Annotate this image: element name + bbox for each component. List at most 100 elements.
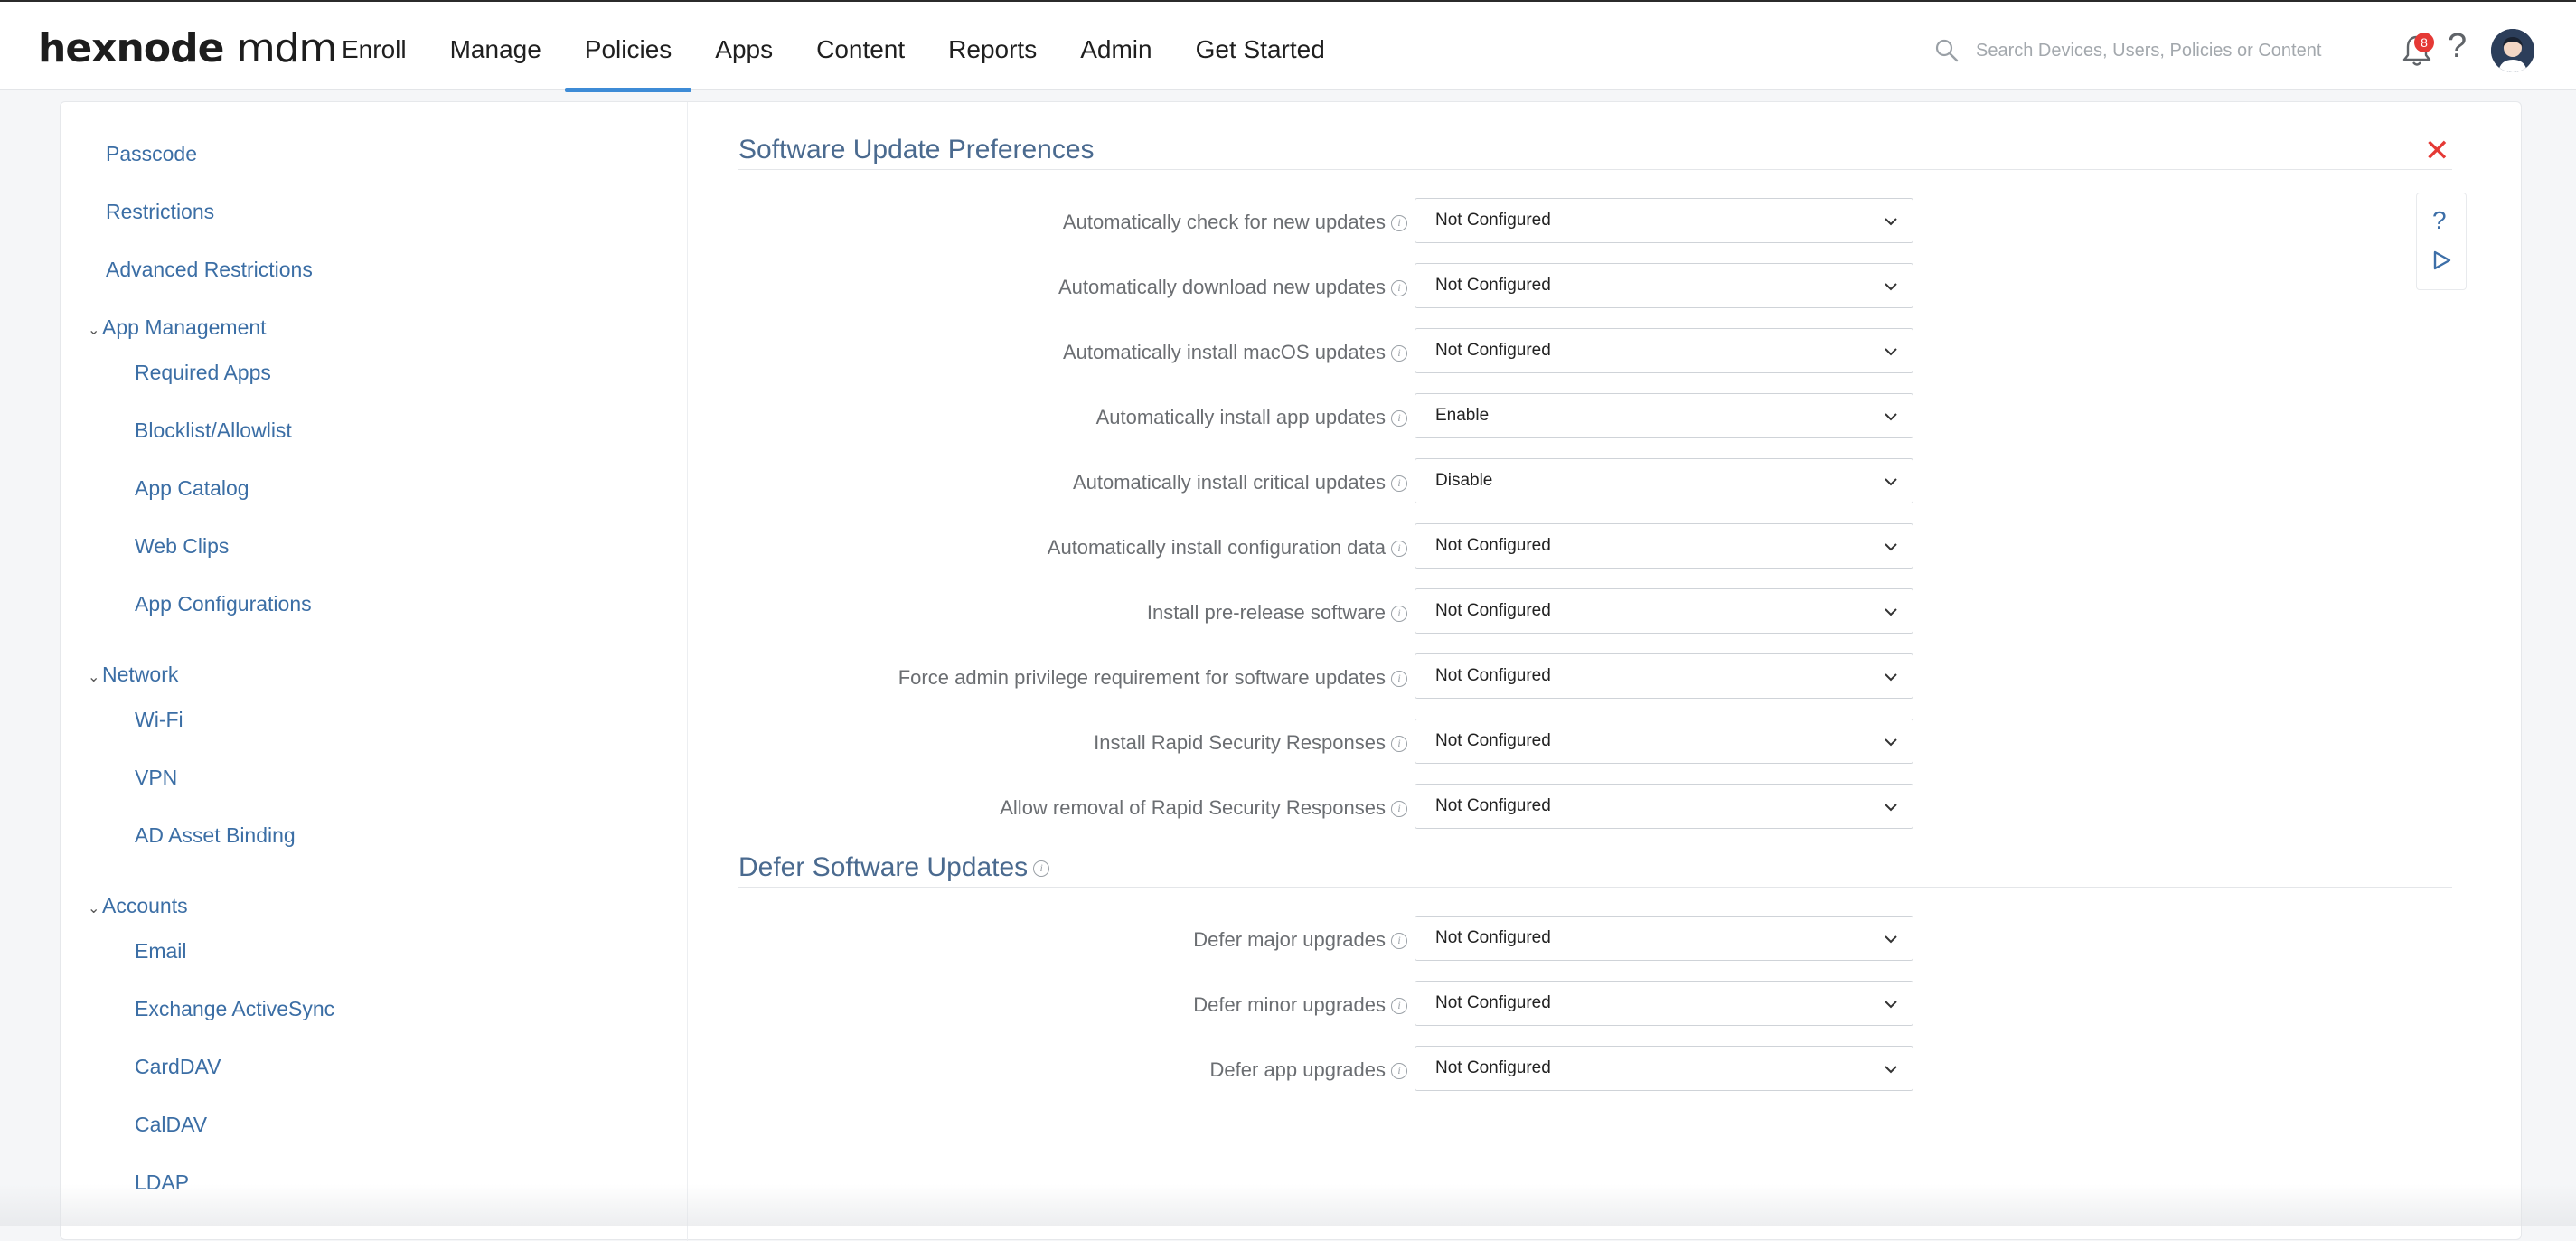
setting-label: Automatically install app updates i [1096, 406, 1407, 429]
sidebar-item-web-clips[interactable]: Web Clips [135, 534, 229, 559]
nav-apps[interactable]: Apps [695, 2, 793, 92]
setting-select[interactable]: Enable [1415, 393, 1913, 438]
setting-select[interactable]: Not Configured [1415, 719, 1913, 764]
sidebar-item-restrictions[interactable]: Restrictions [106, 200, 214, 224]
chevron-down-icon [1885, 1001, 1897, 1009]
setting-label: Force admin privilege requirement for so… [898, 666, 1407, 690]
sidebar-group-label: Accounts [102, 894, 188, 917]
sidebar-item-required-apps[interactable]: Required Apps [135, 361, 271, 385]
sidebar-item-carddav[interactable]: CardDAV [135, 1055, 221, 1079]
info-icon[interactable]: i [1391, 671, 1407, 688]
sidebar-group-label: Network [102, 663, 179, 686]
nav-admin[interactable]: Admin [1060, 2, 1171, 92]
info-icon[interactable]: i [1391, 801, 1407, 818]
sidebar-item-email[interactable]: Email [135, 939, 187, 964]
sidebar-item-app-catalog[interactable]: App Catalog [135, 476, 249, 501]
chevron-down-icon [1885, 738, 1897, 747]
help-icon[interactable]: ? [2432, 206, 2447, 235]
policy-editor-card: Passcode Restrictions Advanced Restricti… [60, 101, 2522, 1241]
sidebar-item-caldav[interactable]: CalDAV [135, 1113, 207, 1137]
nav-enroll[interactable]: Enroll [322, 2, 427, 92]
nav-get-started[interactable]: Get Started [1176, 2, 1345, 92]
sidebar-group-network[interactable]: ⌄ Network [88, 663, 178, 687]
info-icon[interactable]: i [1391, 475, 1407, 493]
setting-label: Automatically install macOS updates i [1063, 341, 1407, 364]
section-title-defer-software-updates: Defer Software Updates i [738, 852, 1050, 883]
setting-label: Defer minor upgrades i [1193, 993, 1407, 1017]
setting-select[interactable]: Not Configured [1415, 263, 1913, 308]
info-icon[interactable]: i [1391, 345, 1407, 362]
bottom-fade [0, 1184, 2576, 1226]
sidebar-item-ad-asset-binding[interactable]: AD Asset Binding [135, 823, 296, 848]
section-divider [738, 169, 2452, 170]
info-icon[interactable]: i [1391, 998, 1407, 1015]
info-icon[interactable]: i [1391, 410, 1407, 428]
chevron-down-icon [1885, 804, 1897, 812]
chevron-down-icon [1885, 218, 1897, 226]
sidebar-group-app-management[interactable]: ⌄ App Management [88, 315, 267, 340]
setting-label: Automatically install critical updates i [1073, 471, 1407, 494]
chevron-down-icon [1885, 1066, 1897, 1074]
sidebar-item-passcode[interactable]: Passcode [106, 142, 197, 166]
setting-select[interactable]: Not Configured [1415, 916, 1913, 961]
main-nav: Enroll Manage Policies Apps Content Repo… [322, 2, 1349, 92]
setting-label: Automatically download new updates i [1058, 276, 1407, 299]
user-avatar-icon [2491, 29, 2534, 72]
info-icon[interactable]: i [1391, 1063, 1407, 1080]
notification-badge: 8 [2414, 33, 2434, 52]
setting-label: Automatically install configuration data… [1048, 536, 1407, 559]
chevron-down-icon [1885, 478, 1897, 486]
chevron-down-icon [1885, 413, 1897, 421]
global-search [1934, 33, 2359, 69]
info-icon[interactable]: i [1391, 736, 1407, 753]
nav-content[interactable]: Content [796, 2, 925, 92]
info-icon[interactable]: i [1033, 860, 1050, 878]
setting-select[interactable]: Disable [1415, 458, 1913, 503]
info-icon[interactable]: i [1391, 541, 1407, 558]
floating-help-tools: ? [2416, 193, 2467, 290]
sidebar-item-wifi[interactable]: Wi-Fi [135, 708, 183, 732]
chevron-down-icon [1885, 935, 1897, 944]
chevron-down-icon [1885, 543, 1897, 551]
setting-select[interactable]: Not Configured [1415, 523, 1913, 569]
sidebar-item-exchange-activesync[interactable]: Exchange ActiveSync [135, 997, 334, 1021]
section-divider [738, 887, 2452, 888]
info-icon[interactable]: i [1391, 606, 1407, 623]
nav-policies[interactable]: Policies [564, 2, 692, 92]
help-icon[interactable]: ? [2448, 27, 2467, 66]
setting-label: Allow removal of Rapid Security Response… [1000, 796, 1407, 820]
setting-select[interactable]: Not Configured [1415, 198, 1913, 243]
logo-text: hexnode [38, 25, 224, 71]
setting-select[interactable]: Not Configured [1415, 784, 1913, 829]
setting-label: Automatically check for new updates i [1063, 211, 1407, 234]
sidebar-item-blocklist-allowlist[interactable]: Blocklist/Allowlist [135, 418, 292, 443]
close-icon[interactable]: ✕ [2424, 133, 2450, 169]
chevron-down-icon [1885, 608, 1897, 616]
sidebar-item-advanced-restrictions[interactable]: Advanced Restrictions [106, 258, 313, 282]
info-icon[interactable]: i [1391, 280, 1407, 297]
play-icon[interactable] [2432, 249, 2452, 271]
sidebar-item-vpn[interactable]: VPN [135, 766, 177, 790]
setting-label: Install pre-release software i [1147, 601, 1407, 625]
setting-select[interactable]: Not Configured [1415, 981, 1913, 1026]
nav-reports[interactable]: Reports [928, 2, 1057, 92]
chevron-down-icon: ⌄ [88, 670, 100, 685]
search-input[interactable] [1976, 40, 2355, 61]
sidebar-group-accounts[interactable]: ⌄ Accounts [88, 894, 188, 918]
setting-select[interactable]: Not Configured [1415, 653, 1913, 699]
chevron-down-icon [1885, 348, 1897, 356]
hexnode-logo[interactable]: hexnode mdm [38, 25, 337, 71]
info-icon[interactable]: i [1391, 933, 1407, 950]
avatar[interactable] [2491, 29, 2534, 72]
chevron-down-icon [1885, 673, 1897, 682]
nav-manage[interactable]: Manage [430, 2, 561, 92]
setting-select[interactable]: Not Configured [1415, 588, 1913, 634]
setting-label: Defer app upgrades i [1210, 1058, 1407, 1082]
setting-select[interactable]: Not Configured [1415, 328, 1913, 373]
setting-label: Defer major upgrades i [1193, 928, 1407, 952]
section-title-software-update-preferences: Software Update Preferences [738, 135, 1095, 165]
setting-select[interactable]: Not Configured [1415, 1046, 1913, 1091]
info-icon[interactable]: i [1391, 215, 1407, 232]
sidebar-item-app-configurations[interactable]: App Configurations [135, 592, 312, 616]
chevron-down-icon [1885, 283, 1897, 291]
